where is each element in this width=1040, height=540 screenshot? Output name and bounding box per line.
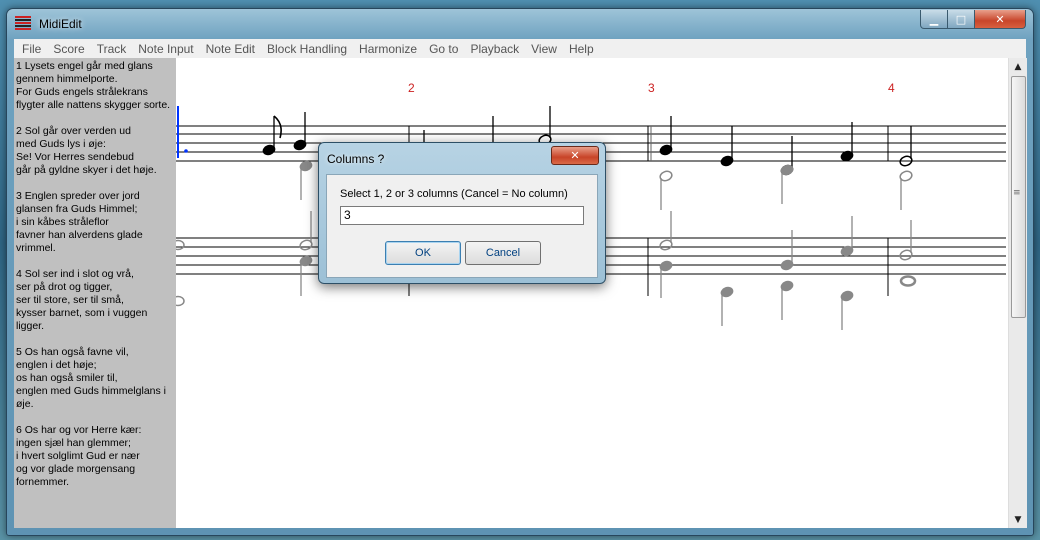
menu-item-go-to[interactable]: Go to [423,42,464,56]
lyrics-verse: 3 Englen spreder over jord glansen fra Gu… [16,190,176,255]
lyrics-verse: 5 Os han også favne vil, englen i det høj… [16,346,176,411]
lyrics-line: går på gyldne skyer i det høje. [16,164,157,176]
dialog-title: Columns ? [327,152,385,166]
dialog-body: Select 1, 2 or 3 columns (Cancel = No co… [326,174,598,278]
columns-input[interactable]: 3 [340,206,584,225]
lyrics-verse: 4 Sol ser ind i slot og vrå, ser på drot … [16,268,176,333]
menu-item-view[interactable]: View [525,42,563,56]
lyrics-line: favner han alverdens glade [16,229,143,241]
ok-button[interactable]: OK [385,241,461,265]
minimize-icon: ▁ [929,12,939,26]
lyrics-line: ser på drot og tigger, [16,281,113,293]
cursor-marker [177,106,188,158]
menu-item-note-edit[interactable]: Note Edit [200,42,261,56]
client-area: 1 Lysets engel går med glans gennem himme… [14,58,1027,528]
menu-bar: File Score Track Note Input Note Edit Block H… [14,39,1026,58]
measure-number: 4 [888,81,895,95]
menu-item-file[interactable]: File [14,42,47,56]
menu-item-track[interactable]: Track [91,42,133,56]
lyrics-line: med Guds lys i øje: [16,138,106,150]
lyrics-panel[interactable]: 1 Lysets engel går med glans gennem himme… [14,58,176,528]
menu-item-note-input[interactable]: Note Input [132,42,199,56]
measure-number: 3 [648,81,655,95]
lyrics-verse: 6 Os har og vor Herre kær: ingen sjæl han… [16,424,176,489]
lyrics-line: fornemmer. [16,476,70,488]
close-button[interactable]: ✕ [974,10,1026,29]
maximize-icon: □ [955,12,967,26]
maximize-button[interactable]: □ [947,10,975,29]
lyrics-line: glansen fra Guds Himmel; [16,203,138,215]
score-canvas[interactable]: 2 3 4 [176,58,1006,528]
lyrics-line: 2 Sol går over verden ud [16,125,131,137]
measure-number: 2 [408,81,415,95]
menu-item-help[interactable]: Help [563,42,600,56]
close-icon: ✕ [570,149,580,162]
lyrics-line: 3 Englen spreder over jord [16,190,140,202]
lyrics-line: ser til store, ser til små, [16,294,124,306]
lyrics-line: Se! Vor Herres sendebud [16,151,134,163]
cancel-button[interactable]: Cancel [465,241,541,265]
dialog-close-button[interactable]: ✕ [551,146,599,165]
close-icon: ✕ [995,12,1005,26]
lyrics-line: vrimmel. [16,242,56,254]
lyrics-line: 1 Lysets engel går med glans [16,60,153,72]
lyrics-line: For Guds engels strålekrans [16,86,148,98]
lyrics-line: og vor glade morgensang [16,463,136,475]
columns-dialog[interactable]: Columns ? ✕ Select 1, 2 or 3 columns (Ca… [318,142,606,284]
scroll-grip-icon: ≡ [1013,188,1021,198]
lyrics-line: øje. [16,398,34,410]
minimize-button[interactable]: ▁ [920,10,948,29]
lyrics-line: kysser barnet, som i vuggen [16,307,148,319]
menu-item-harmonize[interactable]: Harmonize [353,42,423,56]
lyrics-line: i sin kåbes stråleflor [16,216,109,228]
lyrics-verse: 1 Lysets engel går med glans gennem himme… [16,60,176,112]
menu-item-block-handling[interactable]: Block Handling [261,42,353,56]
title-bar[interactable]: MidiEdit ▁ □ ✕ [7,9,1033,39]
lyrics-line: 6 Os har og vor Herre kær: [16,424,142,436]
dialog-prompt: Select 1, 2 or 3 columns (Cancel = No co… [340,188,568,200]
window-title: MidiEdit [39,17,82,31]
lyrics-line: gennem himmelporte. [16,73,118,85]
vertical-scrollbar[interactable]: ▲ ≡ ▼ [1008,58,1027,528]
lyrics-line: 5 Os han også favne vil, [16,346,129,358]
menu-item-playback[interactable]: Playback [464,42,525,56]
midiedit-app-icon[interactable] [15,16,31,31]
lyrics-line: englen i det høje; [16,359,97,371]
lyrics-line: englen med Guds himmelglans i [16,385,166,397]
scroll-down-icon[interactable]: ▼ [1009,511,1027,528]
score-view[interactable]: 2 3 4 [176,58,1006,528]
lyrics-line: i hvert solglimt Gud er nær [16,450,140,462]
lyrics-line: ligger. [16,320,45,332]
lyrics-line: 4 Sol ser ind i slot og vrå, [16,268,134,280]
scroll-up-icon[interactable]: ▲ [1009,58,1027,75]
lyrics-line: flygter alle nattens skygger sorte. [16,99,171,111]
lyrics-line: ingen sjæl han glemmer; [16,437,131,449]
lyrics-verse: 2 Sol går over verden ud med Guds lys i ø… [16,125,176,177]
lyrics-line: os han også smiler til, [16,372,118,384]
menu-item-score[interactable]: Score [47,42,90,56]
